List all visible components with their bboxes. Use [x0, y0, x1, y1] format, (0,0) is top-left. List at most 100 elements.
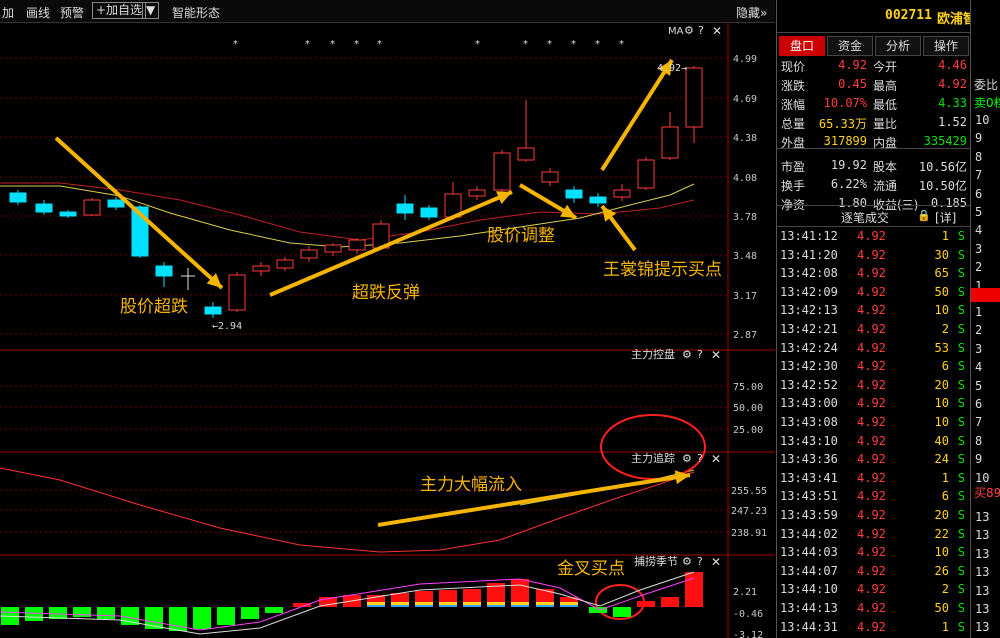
- toolbar-cut[interactable]: 加: [2, 4, 14, 21]
- trade-row[interactable]: 13:43:10 4.92 40 S: [777, 432, 971, 450]
- quote-label: 现价: [781, 60, 806, 74]
- trade-time: 13:44:31: [780, 619, 838, 634]
- quote-value: 4.92: [838, 58, 867, 72]
- trade-volume: 50: [934, 601, 949, 615]
- help-icon: ?: [697, 555, 703, 568]
- trades-title: 逐笔成交: [841, 211, 890, 225]
- quote-label: 股本: [873, 160, 898, 174]
- order-book-partial: 委比 卖0档 10 9 8 7 6 5 4 3 2 1 1 2 3 4 5 6 7 8 9 10 买89 13 13 13…: [970, 0, 1000, 638]
- trade-row[interactable]: 13:43:08 4.92 10 S: [777, 413, 971, 431]
- trade-row[interactable]: 13:43:51 4.92 6 S: [777, 487, 971, 505]
- order-level-number: 6: [975, 186, 983, 201]
- trade-price: 4.92: [857, 433, 886, 448]
- signal-star-icon: *: [305, 39, 310, 50]
- trade-row[interactable]: 13:42:13 4.92 10 S: [777, 301, 971, 319]
- kline-chart[interactable]: 4.99 4.69 4.38 4.08 3.78 3.48 3.17 2.87 75.00 50.…: [0, 23, 775, 638]
- help-icon: ?: [698, 24, 704, 37]
- trade-side: S: [957, 545, 965, 560]
- trade-row[interactable]: 13:43:59 4.92 20 S: [777, 506, 971, 524]
- tab-quote[interactable]: 盘口: [779, 36, 825, 56]
- trade-row[interactable]: 13:42:30 4.92 6 S: [777, 357, 971, 375]
- season-bar-cap: [463, 605, 481, 607]
- season-bar-cap: [560, 605, 578, 607]
- ma-line-long: [0, 182, 695, 241]
- trade-volume: 65: [934, 266, 949, 281]
- trades-header: 逐笔成交 🔒 [详]: [777, 205, 971, 227]
- trade-volume: 26: [934, 563, 949, 578]
- stock-code: 002711: [885, 8, 932, 23]
- season-bar: [193, 607, 211, 629]
- trade-time: 13:42:09: [780, 284, 838, 299]
- trade-price: 4.92: [857, 266, 886, 281]
- low-price-label: ←2.94: [212, 321, 242, 332]
- candle-body: [685, 67, 703, 128]
- order-level-number: 7: [975, 168, 983, 183]
- panel4-tick-label: -0.46: [733, 609, 763, 620]
- candle-body: [324, 244, 342, 253]
- trade-volume: 10: [934, 396, 949, 411]
- trade-row[interactable]: 13:42:08 4.92 65 S: [777, 264, 971, 282]
- dropdown-arrow-icon[interactable]: ▼: [142, 2, 160, 19]
- quote-label: 总量: [781, 117, 806, 131]
- candle-body: [468, 189, 486, 197]
- order-level-number: 3: [975, 341, 983, 356]
- trade-row[interactable]: 13:42:24 4.92 53 S: [777, 339, 971, 357]
- chart-toolbar: 加 画线 预警 +加自选 ▼ 智能形态 隐藏»: [0, 0, 775, 23]
- trade-row[interactable]: 13:41:12 4.92 1 S: [777, 227, 971, 245]
- season-bar-cap: [487, 605, 505, 607]
- trade-row[interactable]: 13:43:00 4.92 10 S: [777, 394, 971, 412]
- close-icon: ✕: [711, 452, 721, 466]
- trade-row[interactable]: 13:44:10 4.92 2 S: [777, 580, 971, 598]
- trade-price: 4.92: [857, 619, 886, 634]
- trade-row[interactable]: 13:42:21 4.92 2 S: [777, 320, 971, 338]
- trade-row[interactable]: 13:44:13 4.92 50 S: [777, 599, 971, 617]
- quote-label: 最高: [873, 79, 898, 93]
- trade-row[interactable]: 13:43:36 4.92 24 S: [777, 450, 971, 468]
- trade-volume: 2: [941, 582, 949, 597]
- trade-row[interactable]: 13:43:41 4.92 1 S: [777, 469, 971, 487]
- tab-analysis[interactable]: 分析: [875, 36, 921, 56]
- quote-value: 19.92: [830, 158, 867, 172]
- season-bar: [637, 601, 655, 607]
- season-bar: [97, 607, 115, 619]
- candle-body: [589, 196, 607, 204]
- trade-row[interactable]: 13:44:03 4.92 10 S: [777, 543, 971, 561]
- order-level-number: 5: [975, 378, 983, 393]
- add-watchlist-button[interactable]: +加自选: [92, 2, 147, 19]
- season-bar: [217, 607, 235, 625]
- order-level-number: 4: [975, 360, 983, 375]
- trade-volume: 50: [934, 284, 949, 299]
- highlight-circle: [600, 414, 706, 480]
- sell-levels-label: 卖0档: [974, 96, 1000, 110]
- tab-operation[interactable]: 操作: [923, 36, 969, 56]
- trade-row[interactable]: 13:44:31 4.92 1 S: [777, 618, 971, 636]
- trade-price: 4.92: [857, 396, 886, 411]
- tab-funds[interactable]: 资金: [827, 36, 873, 56]
- candle-body: [35, 203, 53, 213]
- candle-body: [613, 189, 631, 198]
- alert-button[interactable]: 预警: [60, 4, 84, 21]
- order-ratio-label: 委比: [974, 78, 999, 92]
- trade-row[interactable]: 13:42:09 4.92 50 S: [777, 283, 971, 301]
- trade-row[interactable]: 13:42:52 4.92 20 S: [777, 376, 971, 394]
- moving-average-lines: [0, 182, 695, 248]
- panel2-tick-label: 50.00: [733, 403, 763, 414]
- quote-value: 4.33: [938, 96, 967, 110]
- trade-row[interactable]: 13:44:07 4.92 26 S: [777, 562, 971, 580]
- signal-star-icon: *: [571, 39, 576, 50]
- trade-volume: 53: [934, 340, 949, 355]
- signal-star-icon: *: [619, 39, 624, 50]
- lock-icon[interactable]: 🔒: [917, 209, 931, 222]
- smart-pattern-button[interactable]: 智能形态: [172, 4, 220, 21]
- trade-side: S: [957, 452, 965, 467]
- trade-price: 4.92: [857, 303, 886, 318]
- trades-detail-link[interactable]: [详]: [935, 209, 956, 226]
- hide-panel-button[interactable]: 隐藏»: [736, 4, 767, 21]
- season-bar-cap: [536, 605, 554, 607]
- candle-body: [83, 199, 101, 216]
- trade-side: S: [957, 340, 965, 355]
- trade-row[interactable]: 13:44:02 4.92 22 S: [777, 525, 971, 543]
- trade-row[interactable]: 13:41:20 4.92 30 S: [777, 246, 971, 264]
- draw-line-button[interactable]: 画线: [26, 4, 50, 21]
- season-bar-cap: [415, 605, 433, 607]
